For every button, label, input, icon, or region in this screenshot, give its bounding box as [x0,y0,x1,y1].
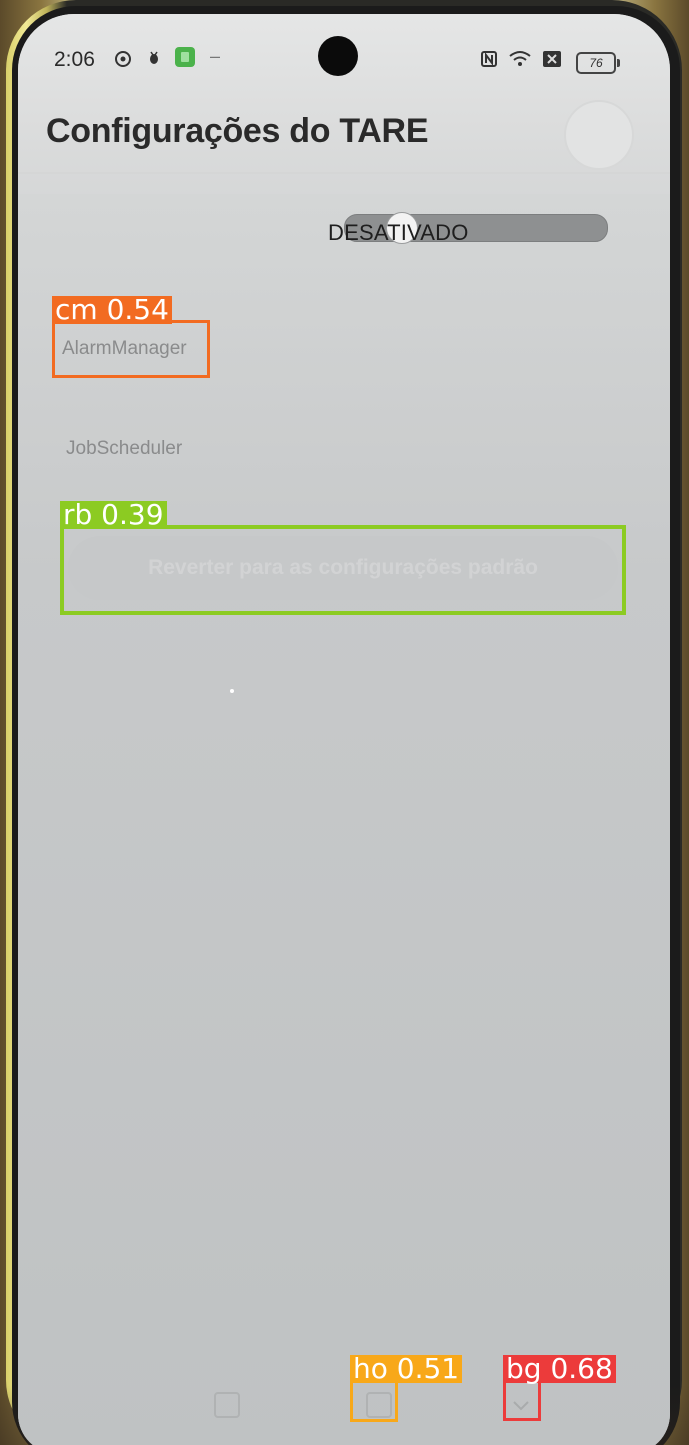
toggle-label: DESATIVADO [328,220,469,245]
detection-box-ho [350,1380,398,1422]
vpn-icon [114,50,132,73]
detection-box-bg [503,1380,541,1421]
header-action-button[interactable] [564,100,634,170]
nfc-icon [480,50,498,73]
front-camera [318,36,358,76]
wifi-icon [508,50,532,73]
detection-box-cm [52,320,210,378]
app-icon [174,46,196,73]
detection-label-ho: ho 0.51 [350,1355,463,1383]
header-divider [18,172,670,174]
detection-label-cm: cm 0.54 [52,296,172,324]
sim-off-icon [542,50,562,73]
detection-box-rb [60,525,626,615]
detection-label-rb: rb 0.39 [60,501,167,529]
setting-item-jobscheduler[interactable]: JobScheduler [66,438,182,460]
bug-icon [148,50,160,71]
page-title: Configurações do TARE [46,112,429,150]
detection-label-bg: bg 0.68 [503,1355,616,1383]
touch-indicator-dot [230,689,234,693]
status-time: 2:06 [54,48,95,71]
nav-home-icon[interactable] [214,1392,240,1418]
screen-main-area [18,194,670,1445]
screen: 2:06 – 76 Configurações do TARE DESATIVA… [18,14,670,1445]
battery-indicator: 76 [576,52,620,74]
minus-icon: – [210,46,221,66]
